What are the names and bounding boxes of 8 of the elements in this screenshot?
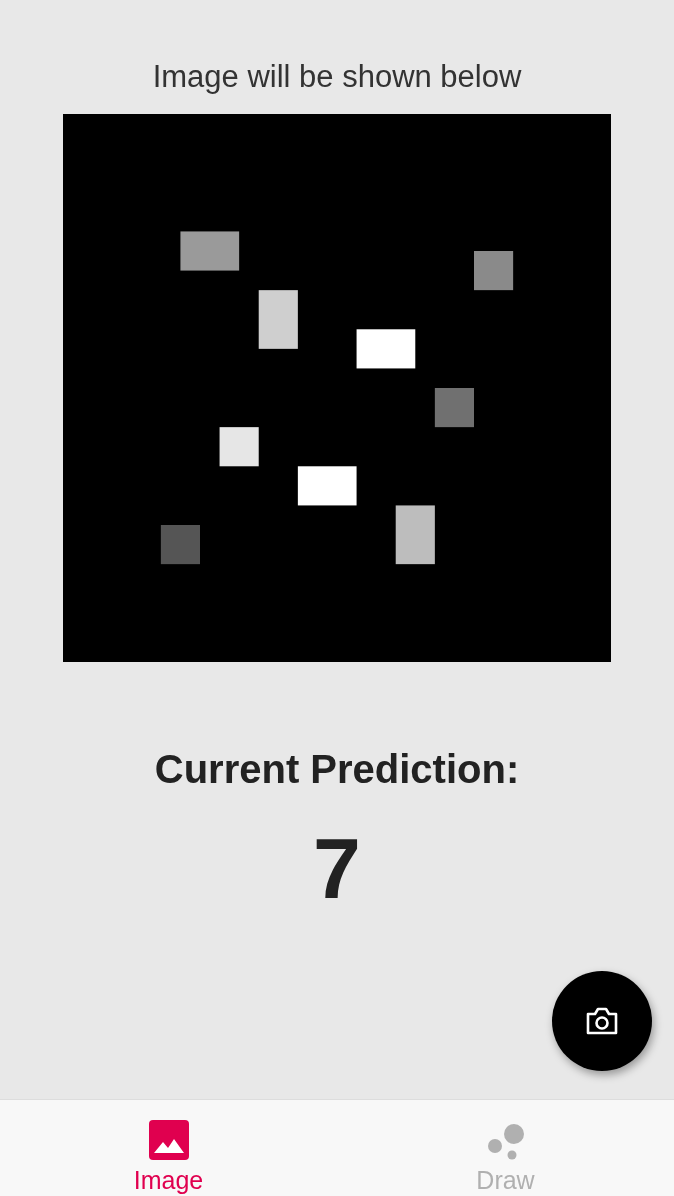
nav-tab[interactable]: Image	[0, 1100, 337, 1196]
camera-icon	[585, 1006, 619, 1036]
dots-icon	[486, 1122, 525, 1160]
prediction-value: 7	[313, 820, 361, 916]
image-icon	[148, 1120, 189, 1160]
camera-button[interactable]	[552, 971, 652, 1071]
caption-text: Image will be shown below	[152, 58, 522, 96]
prediction-label: Current Prediction:	[154, 746, 520, 792]
